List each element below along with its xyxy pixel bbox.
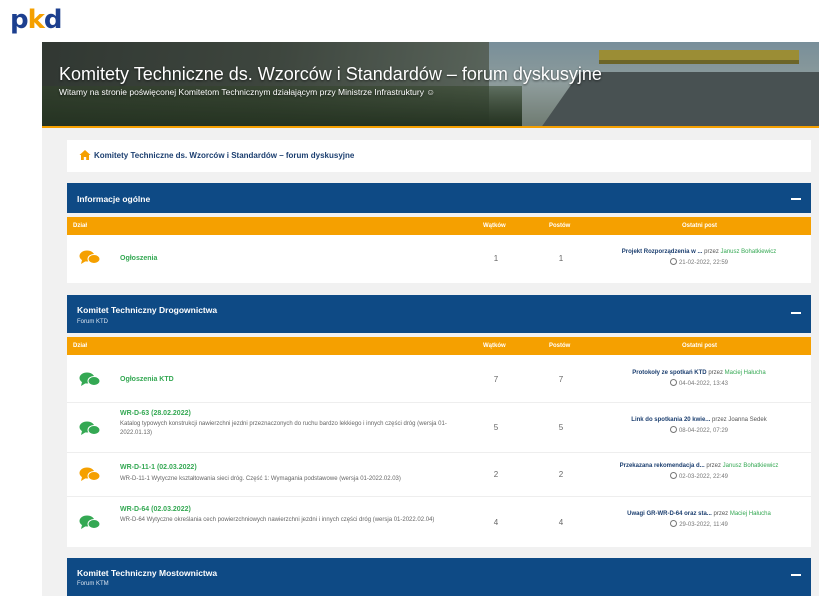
forum-row: Ogłoszenia 1 1 Projekt Rozporządzenia w … bbox=[67, 235, 811, 283]
forum-row: Ogłoszenia KTD 7 7 Protokoły ze spotkań … bbox=[67, 355, 811, 403]
orange-chat-icon bbox=[79, 250, 101, 264]
thread-count: 7 bbox=[493, 375, 499, 384]
forum-link-ogloszenia-ktd[interactable]: Ogłoszenia KTD bbox=[120, 376, 174, 383]
green-chat-icon bbox=[79, 372, 101, 386]
collapse-icon[interactable] bbox=[791, 312, 801, 314]
post-count: 2 bbox=[558, 470, 564, 479]
last-post-date: 04-04-2022, 13:43 bbox=[678, 381, 729, 387]
last-post-date: 02-03-2022, 22:49 bbox=[678, 474, 729, 480]
last-post-by: przez bbox=[711, 417, 727, 423]
last-post-title[interactable]: Link do spotkania 20 kwie... bbox=[631, 417, 710, 423]
last-post-title[interactable]: Protokoły ze spotkań KTD bbox=[632, 370, 706, 376]
home-icon[interactable] bbox=[79, 149, 91, 161]
logo-letter-p: p bbox=[10, 5, 29, 35]
last-post-title[interactable]: Projekt Rozporządzenia w ... bbox=[622, 249, 703, 255]
orange-chat-icon bbox=[79, 467, 101, 481]
section-header-ktm: Komitet Techniczny Mostownictwa Forum KT… bbox=[67, 558, 811, 596]
clock-icon bbox=[669, 426, 677, 433]
post-count: 7 bbox=[558, 375, 564, 384]
breadcrumb: Komitety Techniczne ds. Wzorców i Standa… bbox=[67, 140, 811, 172]
col-dzial: Dział bbox=[73, 223, 88, 229]
post-count: 1 bbox=[558, 254, 564, 263]
column-header: Dział Wątków Postów Ostatni post bbox=[67, 337, 811, 355]
last-post-title[interactable]: Przekazana rekomendacja d... bbox=[620, 463, 705, 469]
col-postow: Postów bbox=[549, 223, 571, 229]
logo-letter-d: d bbox=[43, 5, 63, 35]
last-post-title[interactable]: Uwagi GR-WR-D-64 oraz sta... bbox=[627, 511, 712, 517]
thread-count: 5 bbox=[493, 423, 499, 432]
col-dzial: Dział bbox=[73, 343, 88, 349]
col-watkow: Wątków bbox=[483, 223, 506, 229]
forum-link-wr-d-63[interactable]: WR-D-63 (28.02.2022) bbox=[120, 410, 191, 417]
column-header: Dział Wątków Postów Ostatni post bbox=[67, 217, 811, 235]
section-subtitle: Forum KTD bbox=[77, 319, 109, 325]
post-count: 5 bbox=[558, 423, 564, 432]
forum-link-wr-d-11-1[interactable]: WR-D-11-1 (02.03.2022) bbox=[120, 464, 197, 471]
site-description: Witamy na stronie poświęconej Komitetom … bbox=[59, 87, 436, 97]
last-post: Uwagi GR-WR-D-64 oraz sta... przez Macie… bbox=[587, 511, 811, 528]
col-ostatni: Ostatni post bbox=[682, 223, 718, 229]
forum-description: Katalog typowych konstrukcji nawierzchni… bbox=[120, 421, 447, 436]
last-post-author[interactable]: Janusz Bohatkiewicz bbox=[721, 249, 777, 255]
section-header-informacje: Informacje ogólne bbox=[67, 183, 811, 213]
last-post-date: 21-02-2022, 22:59 bbox=[678, 260, 729, 266]
collapse-icon[interactable] bbox=[791, 198, 801, 200]
thread-count: 2 bbox=[493, 470, 499, 479]
thread-count: 4 bbox=[493, 518, 499, 527]
section-header-ktd: Komitet Techniczny Drogownictwa Forum KT… bbox=[67, 295, 811, 333]
logo-letter-k: k bbox=[27, 5, 45, 35]
post-count: 4 bbox=[558, 518, 564, 527]
breadcrumb-link[interactable]: Komitety Techniczne ds. Wzorców i Standa… bbox=[94, 151, 354, 160]
forum-description: WR-D-64 Wytyczne określania cech powierz… bbox=[120, 517, 435, 523]
thread-count: 1 bbox=[493, 254, 499, 263]
green-chat-icon bbox=[79, 515, 101, 529]
last-post-by: przez bbox=[713, 511, 729, 517]
forum-row: WR-D-64 (02.03.2022) WR-D-64 Wytyczne ok… bbox=[67, 497, 811, 547]
section-title[interactable]: Komitet Techniczny Drogownictwa bbox=[77, 305, 217, 315]
forum-link-ogloszenia[interactable]: Ogłoszenia bbox=[120, 255, 157, 262]
last-post: Protokoły ze spotkań KTD przez Maciej Ha… bbox=[587, 370, 811, 387]
green-chat-icon bbox=[79, 421, 101, 435]
section-title[interactable]: Informacje ogólne bbox=[77, 194, 150, 204]
last-post-by: przez bbox=[706, 463, 721, 469]
section-title[interactable]: Komitet Techniczny Mostownictwa bbox=[77, 568, 217, 578]
pkd-logo[interactable]: pkd bbox=[10, 5, 63, 35]
collapse-icon[interactable] bbox=[791, 574, 801, 576]
last-post-author[interactable]: Joanna Sedek bbox=[728, 417, 766, 423]
last-post-author[interactable]: Janusz Bohatkiewicz bbox=[723, 463, 779, 469]
logo-bar: pkd bbox=[0, 0, 819, 42]
last-post-by: przez bbox=[704, 249, 719, 255]
forum-row: WR-D-11-1 (02.03.2022) WR-D-11-1 Wytyczn… bbox=[67, 453, 811, 497]
last-post-date: 29-03-2022, 11:49 bbox=[679, 522, 728, 528]
section-subtitle: Forum KTM bbox=[77, 581, 109, 587]
site-title[interactable]: Komitety Techniczne ds. Wzorców i Standa… bbox=[59, 64, 602, 85]
forum-link-wr-d-64[interactable]: WR-D-64 (02.03.2022) bbox=[120, 506, 191, 513]
clock-icon bbox=[670, 520, 678, 527]
last-post: Link do spotkania 20 kwie... przez Joann… bbox=[587, 417, 811, 434]
col-watkow: Wątków bbox=[483, 343, 506, 349]
col-ostatni: Ostatni post bbox=[682, 343, 718, 349]
last-post-author[interactable]: Maciej Hałucha bbox=[725, 370, 766, 376]
forum-row: WR-D-63 (28.02.2022) Katalog typowych ko… bbox=[67, 403, 811, 453]
forum-description: WR-D-11-1 Wytyczne kształtowania sieci d… bbox=[120, 476, 401, 482]
last-post: Projekt Rozporządzenia w ... przez Janus… bbox=[587, 249, 811, 266]
clock-icon bbox=[669, 258, 677, 265]
header-banner: Komitety Techniczne ds. Wzorców i Standa… bbox=[42, 42, 819, 126]
clock-icon bbox=[669, 472, 677, 479]
last-post-author[interactable]: Maciej Hałucha bbox=[730, 511, 771, 517]
last-post-by: przez bbox=[708, 370, 723, 376]
last-post: Przekazana rekomendacja d... przez Janus… bbox=[587, 463, 811, 480]
col-postow: Postów bbox=[549, 343, 571, 349]
last-post-date: 08-04-2022, 07:29 bbox=[678, 428, 729, 434]
clock-icon bbox=[669, 379, 677, 386]
